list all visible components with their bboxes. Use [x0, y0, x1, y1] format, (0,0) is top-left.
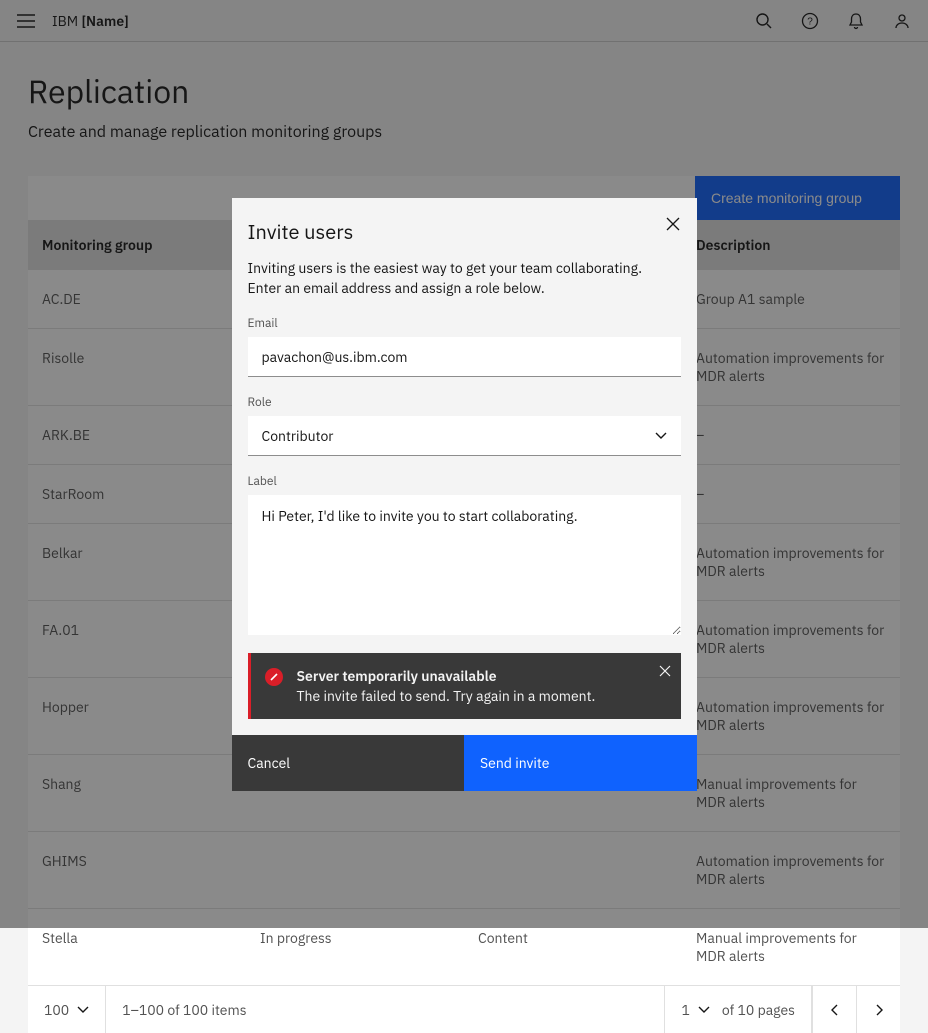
next-page-button[interactable] — [856, 986, 900, 1033]
cancel-button[interactable]: Cancel — [232, 735, 465, 791]
prev-page-button[interactable] — [812, 986, 856, 1033]
error-body: The invite failed to send. Try again in … — [297, 687, 596, 705]
email-label: Email — [248, 316, 681, 331]
invite-users-modal: Invite users Inviting users is the easie… — [232, 198, 697, 791]
current-page-value: 1 — [681, 1001, 689, 1019]
current-page-select[interactable]: 1 of 10 pages — [665, 986, 812, 1033]
error-title: Server temporarily unavailable — [297, 667, 596, 685]
pagination-range: 1–100 of 100 items — [106, 986, 665, 1033]
pagination: 100 1–100 of 100 items 1 of 10 pages — [28, 985, 900, 1033]
page-size-value: 100 — [44, 1001, 69, 1019]
modal-overlay[interactable]: Invite users Inviting users is the easie… — [0, 0, 928, 928]
send-invite-button[interactable]: Send invite — [464, 735, 697, 791]
error-notification: Server temporarily unavailable The invit… — [248, 653, 681, 719]
modal-title: Invite users — [248, 218, 663, 245]
error-close-icon[interactable] — [659, 665, 671, 677]
page-size-select[interactable]: 100 — [28, 986, 106, 1033]
modal-description: Inviting users is the easiest way to get… — [248, 259, 658, 298]
message-label: Label — [248, 474, 681, 489]
message-field[interactable] — [248, 495, 681, 635]
email-field[interactable] — [248, 337, 681, 377]
modal-footer: Cancel Send invite — [232, 735, 697, 791]
error-icon — [265, 668, 283, 686]
role-label: Role — [248, 395, 681, 410]
pages-text: of 10 pages — [722, 1001, 795, 1019]
role-select[interactable] — [248, 416, 681, 456]
close-icon[interactable] — [663, 214, 683, 234]
